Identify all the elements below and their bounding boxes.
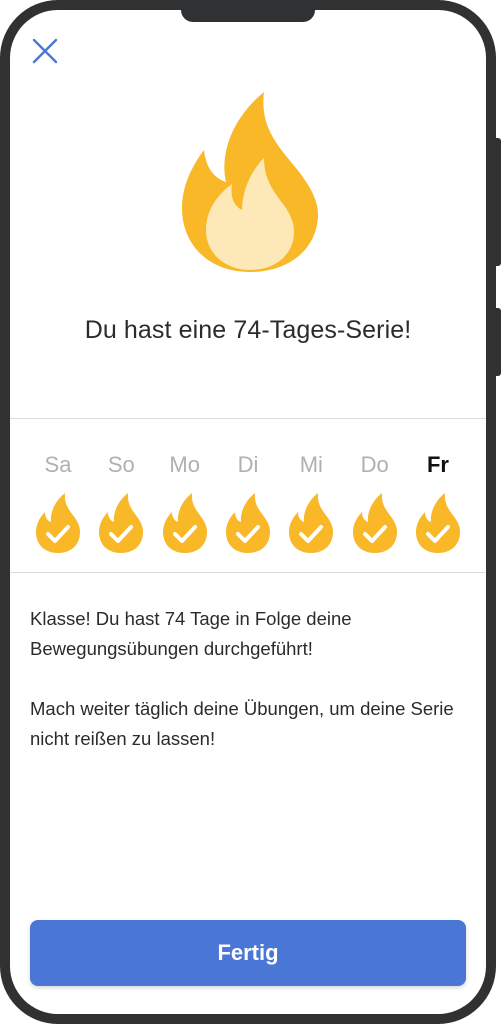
day-item: Fr [412, 450, 464, 560]
day-label: Di [237, 452, 259, 477]
day-item: Sa [32, 450, 84, 560]
flame-icon [182, 92, 318, 272]
phone-frame: Du hast eine 74-Tages-Serie! Sa So Mo Di Mi D… [0, 0, 501, 1024]
day-item: Di [222, 450, 274, 560]
streak-message: Klasse! Du hast 74 Tage in Folge deine B… [30, 604, 470, 784]
flame-check-icon [352, 493, 397, 553]
flame-check-icon [289, 493, 334, 553]
day-item: Mo [159, 450, 211, 560]
streak-title: Du hast eine 74-Tages-Serie! [84, 316, 412, 344]
message-paragraph-1: Klasse! Du hast 74 Tage in Folge deine B… [30, 608, 352, 659]
close-icon [32, 38, 58, 64]
message-paragraph-2: Mach weiter täglich deine Übungen, um de… [30, 698, 454, 749]
day-item: Mi [285, 450, 337, 560]
day-label: Fr [426, 452, 449, 477]
day-label: Mi [299, 452, 323, 477]
day-label: So [107, 452, 135, 477]
flame-check-icon [99, 493, 144, 553]
flame-check-icon [415, 493, 460, 553]
power-button [495, 308, 501, 376]
screen: Du hast eine 74-Tages-Serie! Sa So Mo Di Mi D… [10, 10, 486, 1014]
done-button[interactable]: Fertig [30, 920, 466, 986]
day-item: So [95, 450, 147, 560]
day-item: Do [349, 450, 401, 560]
day-label: Mo [169, 452, 200, 477]
close-button[interactable] [28, 34, 62, 68]
divider-top [10, 418, 486, 419]
notch [181, 10, 315, 22]
day-label: Sa [44, 452, 72, 477]
flame-check-icon [225, 493, 270, 553]
flame-check-icon [36, 493, 80, 553]
day-label: Do [360, 452, 389, 477]
flame-check-icon [162, 493, 207, 553]
divider-bottom [10, 572, 486, 573]
volume-button [495, 138, 501, 266]
week-strip: Sa So Mo Di Mi Do Fr [32, 450, 464, 560]
